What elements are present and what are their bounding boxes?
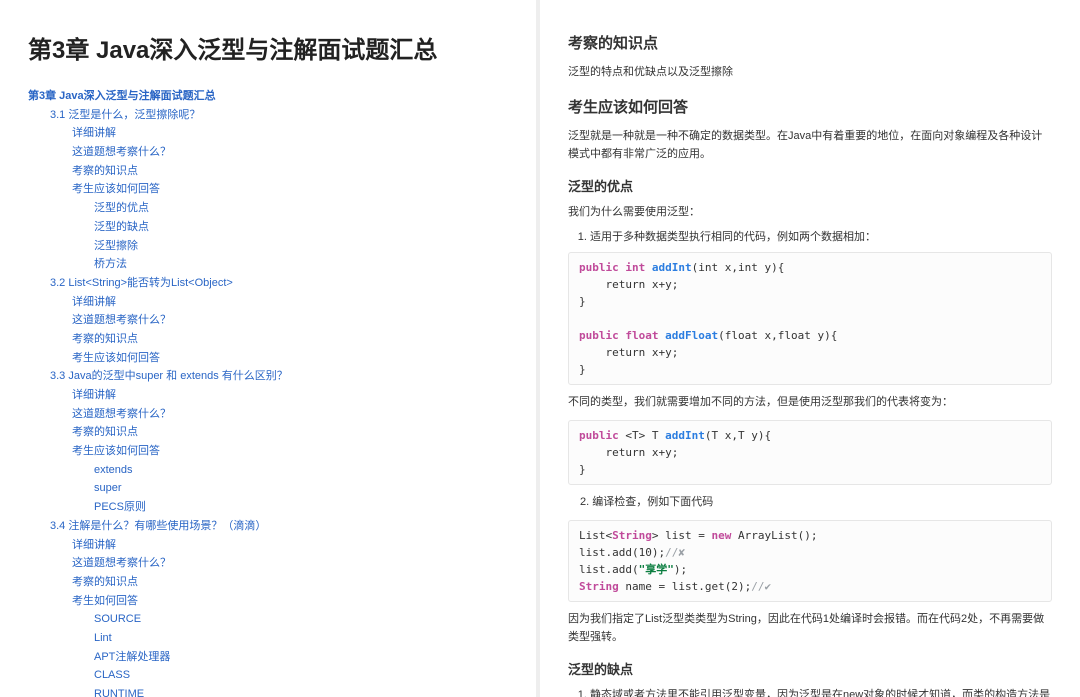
toc-item[interactable]: SOURCE: [94, 610, 508, 629]
toc-link[interactable]: extends: [94, 464, 133, 476]
toc-link[interactable]: 这道题想考察什么？: [72, 314, 171, 326]
toc-item[interactable]: extends: [94, 461, 508, 480]
toc-link[interactable]: 3.2 List<String>能否转为List<Object>: [50, 277, 233, 289]
toc-link[interactable]: super: [94, 482, 122, 494]
toc-link[interactable]: 考生如何回答: [72, 595, 138, 607]
toc-link[interactable]: 3.4 注解是什么？有哪些使用场景？（滴滴）: [50, 520, 266, 532]
toc-item[interactable]: 详细讲解: [72, 124, 508, 143]
advantages-heading: 泛型的优点: [568, 176, 1052, 195]
toc-link[interactable]: RUNTIME: [94, 688, 144, 697]
toc-item[interactable]: 泛型的优点: [94, 199, 508, 218]
toc-item[interactable]: 3.2 List<String>能否转为List<Object>: [50, 274, 508, 293]
toc-link[interactable]: PECS原则: [94, 501, 146, 513]
toc-item[interactable]: super: [94, 479, 508, 498]
code-block-3: List<String> list = new ArrayList(); lis…: [568, 520, 1052, 602]
toc-link[interactable]: 泛型的优点: [94, 202, 149, 214]
advantages-item2-label: 2. 编译检查，例如下面代码: [580, 493, 1052, 512]
toc-link[interactable]: 3.1 泛型是什么，泛型擦除呢？: [50, 109, 200, 121]
toc-item[interactable]: 3.3 Java的泛型中super 和 extends 有什么区别？: [50, 367, 508, 386]
advantages-intro: 我们为什么需要使用泛型：: [568, 203, 1052, 222]
toc-link[interactable]: 详细讲解: [72, 539, 116, 551]
toc-item[interactable]: 详细讲解: [72, 386, 508, 405]
toc-link[interactable]: Lint: [94, 632, 112, 644]
toc-item[interactable]: CLASS: [94, 666, 508, 685]
toc-link[interactable]: 考察的知识点: [72, 426, 138, 438]
toc-item[interactable]: 泛型的缺点: [94, 218, 508, 237]
knowledge-points-text: 泛型的特点和优缺点以及泛型擦除: [568, 63, 1052, 82]
toc-item[interactable]: Lint: [94, 629, 508, 648]
toc-item[interactable]: 考察的知识点: [72, 423, 508, 442]
toc-item[interactable]: 桥方法: [94, 255, 508, 274]
toc-item[interactable]: 这道题想考察什么？: [72, 143, 508, 162]
toc-link[interactable]: 考生应该如何回答: [72, 445, 160, 457]
left-page: 第3章 Java深入泛型与注解面试题汇总 第3章 Java深入泛型与注解面试题汇…: [0, 0, 540, 697]
right-page: 考察的知识点 泛型的特点和优缺点以及泛型擦除 考生应该如何回答 泛型就是一种就是…: [540, 0, 1080, 697]
toc-link[interactable]: SOURCE: [94, 613, 141, 625]
toc-link[interactable]: 这道题想考察什么？: [72, 557, 171, 569]
toc-item[interactable]: PECS原则: [94, 498, 508, 517]
advantages-conclusion: 因为我们指定了List泛型类类型为String，因此在代码1处编译时会报错。而在…: [568, 610, 1052, 647]
toc-item[interactable]: 3.4 注解是什么？有哪些使用场景？（滴滴）: [50, 517, 508, 536]
toc-link[interactable]: 这道题想考察什么？: [72, 146, 171, 158]
toc-item[interactable]: 考察的知识点: [72, 162, 508, 181]
toc-item[interactable]: 考察的知识点: [72, 330, 508, 349]
toc-link[interactable]: 泛型擦除: [94, 240, 138, 252]
disadvantages-heading: 泛型的缺点: [568, 659, 1052, 678]
toc-link[interactable]: 这道题想考察什么？: [72, 408, 171, 420]
toc-item[interactable]: 考生应该如何回答: [72, 180, 508, 199]
toc-link[interactable]: 桥方法: [94, 258, 127, 270]
toc-item[interactable]: 这道题想考察什么？: [72, 554, 508, 573]
advantages-list-1: 适用于多种数据类型执行相同的代码，例如两个数据相加：: [568, 228, 1052, 244]
toc-item[interactable]: 3.1 泛型是什么，泛型擦除呢？: [50, 106, 508, 125]
toc-link[interactable]: 第3章 Java深入泛型与注解面试题汇总: [28, 90, 216, 102]
disadvantages-list: 静态域或者方法里不能引用泛型变量，因为泛型是在new对象的时候才知道，而类的构造…: [568, 686, 1052, 697]
advantages-between: 不同的类型，我们就需要增加不同的方法，但是使用泛型那我们的代表将变为：: [568, 393, 1052, 412]
toc-link[interactable]: 详细讲解: [72, 296, 116, 308]
toc-item[interactable]: 第3章 Java深入泛型与注解面试题汇总: [28, 87, 508, 106]
toc-item[interactable]: 详细讲解: [72, 536, 508, 555]
knowledge-points-heading: 考察的知识点: [568, 32, 1052, 53]
toc-item[interactable]: APT注解处理器: [94, 648, 508, 667]
toc-link[interactable]: APT注解处理器: [94, 651, 170, 663]
toc-item[interactable]: RUNTIME: [94, 685, 508, 697]
toc-link[interactable]: 详细讲解: [72, 127, 116, 139]
toc-link[interactable]: 泛型的缺点: [94, 221, 149, 233]
toc-link[interactable]: 详细讲解: [72, 389, 116, 401]
toc-item[interactable]: 详细讲解: [72, 293, 508, 312]
list-item: 静态域或者方法里不能引用泛型变量，因为泛型是在new对象的时候才知道，而类的构造…: [590, 686, 1052, 697]
toc-item[interactable]: 这道题想考察什么？: [72, 405, 508, 424]
toc-item[interactable]: 这道题想考察什么？: [72, 311, 508, 330]
chapter-title: 第3章 Java深入泛型与注解面试题汇总: [28, 30, 508, 65]
toc-link[interactable]: 考生应该如何回答: [72, 352, 160, 364]
toc-item[interactable]: 考生应该如何回答: [72, 442, 508, 461]
table-of-contents: 第3章 Java深入泛型与注解面试题汇总 3.1 泛型是什么，泛型擦除呢？ 详细讲解…: [28, 87, 508, 697]
answer-text: 泛型就是一种就是一种不确定的数据类型。在Java中有着重要的地位，在面向对象编程…: [568, 127, 1052, 164]
toc-link[interactable]: 考察的知识点: [72, 576, 138, 588]
answer-heading: 考生应该如何回答: [568, 96, 1052, 117]
toc-link[interactable]: CLASS: [94, 669, 130, 681]
toc-item[interactable]: 泛型擦除: [94, 237, 508, 256]
code-block-1: public int addInt(int x,int y){ return x…: [568, 252, 1052, 385]
toc-item[interactable]: 考察的知识点: [72, 573, 508, 592]
toc-link[interactable]: 考生应该如何回答: [72, 183, 160, 195]
toc-item[interactable]: 考生应该如何回答: [72, 349, 508, 368]
toc-link[interactable]: 考察的知识点: [72, 333, 138, 345]
list-item: 适用于多种数据类型执行相同的代码，例如两个数据相加：: [590, 228, 1052, 244]
toc-link[interactable]: 考察的知识点: [72, 165, 138, 177]
toc-item[interactable]: 考生如何回答: [72, 592, 508, 611]
toc-link[interactable]: 3.3 Java的泛型中super 和 extends 有什么区别？: [50, 370, 288, 382]
code-block-2: public <T> T addInt(T x,T y){ return x+y…: [568, 420, 1052, 485]
